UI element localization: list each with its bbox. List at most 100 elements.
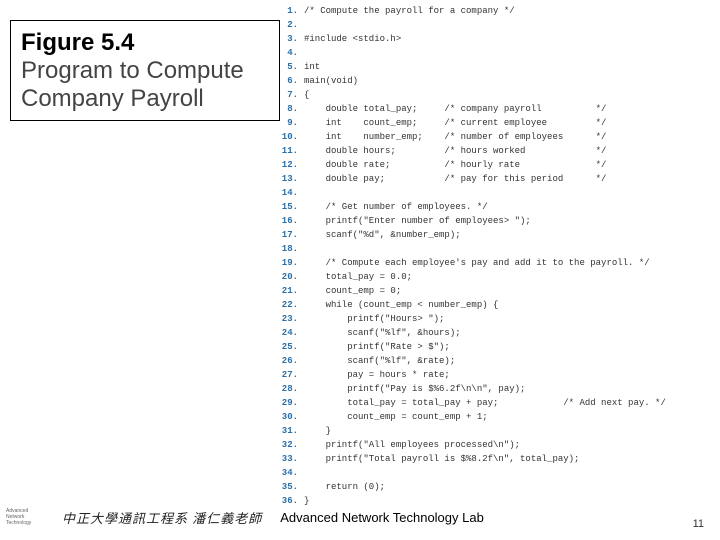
line-number: 5. bbox=[280, 60, 304, 74]
line-number: 34. bbox=[280, 466, 304, 480]
line-number: 14. bbox=[280, 186, 304, 200]
line-number: 16. bbox=[280, 214, 304, 228]
code-line: 10. int number_emp; /* number of employe… bbox=[280, 130, 720, 144]
code-text: int number_emp; /* number of employees *… bbox=[304, 130, 720, 144]
code-text: { bbox=[304, 88, 720, 102]
line-number: 30. bbox=[280, 410, 304, 424]
code-text: int bbox=[304, 60, 720, 74]
line-number: 2. bbox=[280, 18, 304, 32]
line-number: 6. bbox=[280, 74, 304, 88]
code-line: 7.{ bbox=[280, 88, 720, 102]
code-text: scanf("%lf", &rate); bbox=[304, 354, 720, 368]
line-number: 21. bbox=[280, 284, 304, 298]
code-text: double pay; /* pay for this period */ bbox=[304, 172, 720, 186]
code-line: 24. scanf("%lf", &hours); bbox=[280, 326, 720, 340]
code-line: 11. double hours; /* hours worked */ bbox=[280, 144, 720, 158]
code-text: double rate; /* hourly rate */ bbox=[304, 158, 720, 172]
code-line: 21. count_emp = 0; bbox=[280, 284, 720, 298]
code-text bbox=[304, 18, 720, 32]
line-number: 32. bbox=[280, 438, 304, 452]
code-line: 6.main(void) bbox=[280, 74, 720, 88]
code-text: printf("Total payroll is $%8.2f\n", tota… bbox=[304, 452, 720, 466]
footer-lab-name: Advanced Network Technology Lab bbox=[280, 510, 484, 525]
line-number: 31. bbox=[280, 424, 304, 438]
code-line: 14. bbox=[280, 186, 720, 200]
line-number: 18. bbox=[280, 242, 304, 256]
code-text: int count_emp; /* current employee */ bbox=[304, 116, 720, 130]
code-text: main(void) bbox=[304, 74, 720, 88]
code-line: 22. while (count_emp < number_emp) { bbox=[280, 298, 720, 312]
code-line: 30. count_emp = count_emp + 1; bbox=[280, 410, 720, 424]
code-text: pay = hours * rate; bbox=[304, 368, 720, 382]
line-number: 13. bbox=[280, 172, 304, 186]
line-number: 3. bbox=[280, 32, 304, 46]
code-listing: 1./* Compute the payroll for a company *… bbox=[280, 0, 720, 500]
code-line: 9. int count_emp; /* current employee */ bbox=[280, 116, 720, 130]
line-number: 4. bbox=[280, 46, 304, 60]
line-number: 27. bbox=[280, 368, 304, 382]
line-number: 8. bbox=[280, 102, 304, 116]
line-number: 29. bbox=[280, 396, 304, 410]
code-text: printf("All employees processed\n"); bbox=[304, 438, 720, 452]
code-text: /* Get number of employees. */ bbox=[304, 200, 720, 214]
code-line: 25. printf("Rate > $"); bbox=[280, 340, 720, 354]
line-number: 7. bbox=[280, 88, 304, 102]
code-text: printf("Rate > $"); bbox=[304, 340, 720, 354]
code-text: double total_pay; /* company payroll */ bbox=[304, 102, 720, 116]
code-text: scanf("%d", &number_emp); bbox=[304, 228, 720, 242]
page-number: 11 bbox=[693, 518, 704, 530]
code-line: 5.int bbox=[280, 60, 720, 74]
code-text: scanf("%lf", &hours); bbox=[304, 326, 720, 340]
figure-number: Figure 5.4 bbox=[21, 29, 269, 57]
line-number: 25. bbox=[280, 340, 304, 354]
code-text: /* Compute each employee's pay and add i… bbox=[304, 256, 720, 270]
line-number: 33. bbox=[280, 452, 304, 466]
code-line: 23. printf("Hours> "); bbox=[280, 312, 720, 326]
figure-description: Program to Compute Company Payroll bbox=[21, 57, 269, 112]
code-text: #include <stdio.h> bbox=[304, 32, 720, 46]
line-number: 11. bbox=[280, 144, 304, 158]
line-number: 35. bbox=[280, 480, 304, 494]
code-line: 16. printf("Enter number of employees> "… bbox=[280, 214, 720, 228]
code-text: total_pay = total_pay + pay; /* Add next… bbox=[304, 396, 720, 410]
line-number: 19. bbox=[280, 256, 304, 270]
line-number: 17. bbox=[280, 228, 304, 242]
line-number: 1. bbox=[280, 4, 304, 18]
code-text: double hours; /* hours worked */ bbox=[304, 144, 720, 158]
code-line: 35. return (0); bbox=[280, 480, 720, 494]
code-text: /* Compute the payroll for a company */ bbox=[304, 4, 720, 18]
line-number: 22. bbox=[280, 298, 304, 312]
code-line: 18. bbox=[280, 242, 720, 256]
code-line: 15. /* Get number of employees. */ bbox=[280, 200, 720, 214]
footer-affiliation-zh: 中正大學通訊工程系 潘仁義老師 bbox=[62, 508, 262, 527]
lab-logo: Advanced Network Technology bbox=[6, 502, 56, 532]
code-text: printf("Pay is $%6.2f\n\n", pay); bbox=[304, 382, 720, 396]
slide-footer: Advanced Network Technology 中正大學通訊工程系 潘仁… bbox=[0, 502, 720, 532]
code-line: 8. double total_pay; /* company payroll … bbox=[280, 102, 720, 116]
line-number: 26. bbox=[280, 354, 304, 368]
code-text: count_emp = 0; bbox=[304, 284, 720, 298]
code-line: 28. printf("Pay is $%6.2f\n\n", pay); bbox=[280, 382, 720, 396]
figure-caption: Figure 5.4 Program to Compute Company Pa… bbox=[10, 20, 280, 121]
code-text bbox=[304, 242, 720, 256]
code-line: 1./* Compute the payroll for a company *… bbox=[280, 4, 720, 18]
code-line: 3.#include <stdio.h> bbox=[280, 32, 720, 46]
code-line: 12. double rate; /* hourly rate */ bbox=[280, 158, 720, 172]
line-number: 24. bbox=[280, 326, 304, 340]
code-line: 4. bbox=[280, 46, 720, 60]
line-number: 10. bbox=[280, 130, 304, 144]
code-line: 33. printf("Total payroll is $%8.2f\n", … bbox=[280, 452, 720, 466]
code-line: 26. scanf("%lf", &rate); bbox=[280, 354, 720, 368]
code-line: 32. printf("All employees processed\n"); bbox=[280, 438, 720, 452]
line-number: 20. bbox=[280, 270, 304, 284]
code-text bbox=[304, 466, 720, 480]
code-line: 2. bbox=[280, 18, 720, 32]
code-text: return (0); bbox=[304, 480, 720, 494]
code-line: 29. total_pay = total_pay + pay; /* Add … bbox=[280, 396, 720, 410]
line-number: 15. bbox=[280, 200, 304, 214]
code-text: } bbox=[304, 424, 720, 438]
line-number: 12. bbox=[280, 158, 304, 172]
code-text: total_pay = 0.0; bbox=[304, 270, 720, 284]
code-text: while (count_emp < number_emp) { bbox=[304, 298, 720, 312]
line-number: 28. bbox=[280, 382, 304, 396]
